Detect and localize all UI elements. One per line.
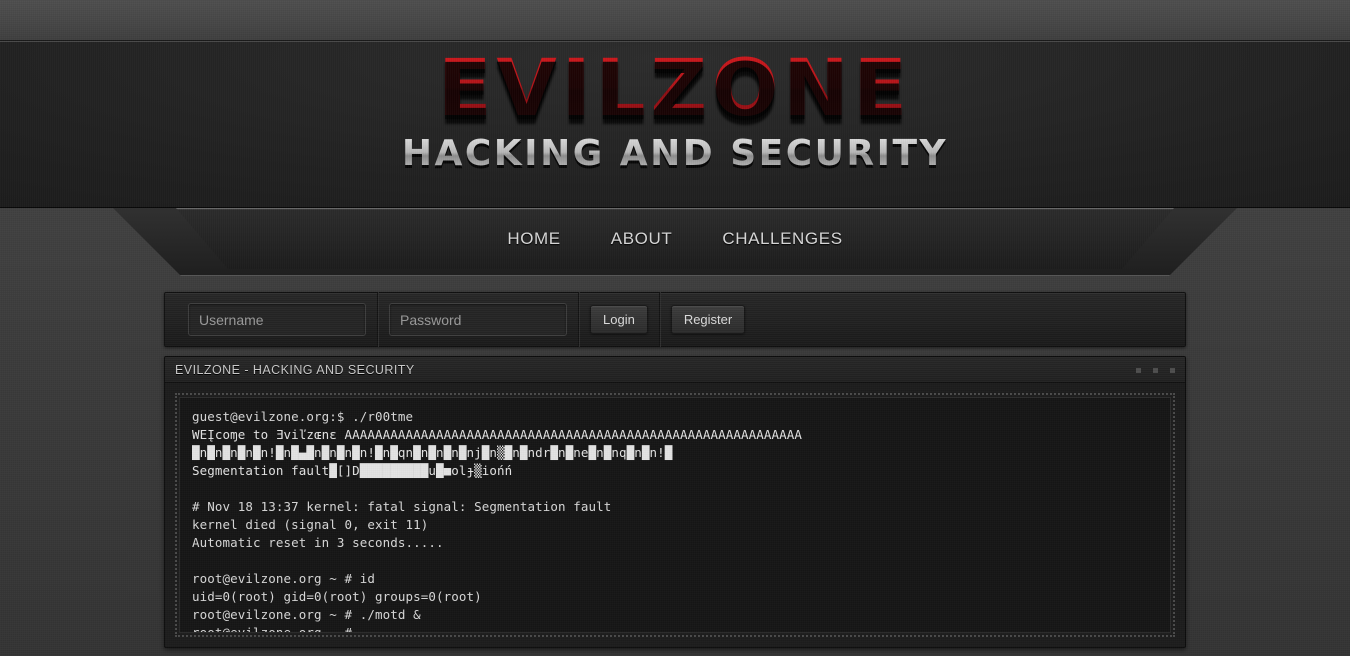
page-root: EVILZONE HACKING AND SECURITY HOME ABOUT…	[0, 0, 1350, 656]
terminal-line: root@evilzone.org ~ #	[192, 625, 353, 633]
terminal-titlebar: EVILZONE - HACKING AND SECURITY	[165, 357, 1185, 383]
terminal-line: Automatic reset in 3 seconds.....	[192, 535, 444, 550]
terminal-line: root@evilzone.org ~ # ./motd &	[192, 607, 421, 622]
site-header: EVILZONE HACKING AND SECURITY	[0, 42, 1350, 208]
password-cell	[378, 292, 579, 347]
window-controls	[1136, 357, 1175, 383]
login-bar: Login Register	[164, 292, 1186, 347]
nav-link-list: HOME ABOUT CHALLENGES	[0, 208, 1350, 269]
username-cell	[177, 292, 378, 347]
login-button-cell: Login	[579, 292, 660, 347]
nav-item-about[interactable]: ABOUT	[601, 225, 683, 253]
terminal-line: WEĮcoɱe to Ǝviľzɶnɛ AAAAAAAAAAAAAAAAAAAA…	[192, 427, 803, 442]
terminal-line: Segmentation fault█[]D█████████u█■olɟ▒io…	[192, 463, 513, 478]
top-band	[0, 0, 1350, 41]
nav-item-home[interactable]: HOME	[497, 225, 570, 253]
minimize-dot-icon[interactable]	[1136, 367, 1141, 373]
login-button[interactable]: Login	[590, 305, 648, 334]
terminal-line: █n█n█n█n█n!█n█▄█n█n█n█n!█n█qn█n█n█n█nj█n…	[192, 445, 673, 460]
terminal-line: # Nov 18 13:37 kernel: fatal signal: Seg…	[192, 499, 612, 514]
logo-tagline: HACKING AND SECURITY	[0, 136, 1350, 172]
terminal-body-frame: guest@evilzone.org:$ ./r00tme WEĮcoɱe to…	[175, 393, 1175, 637]
site-logo[interactable]: EVILZONE HACKING AND SECURITY	[0, 50, 1350, 172]
close-dot-icon[interactable]	[1170, 367, 1175, 373]
terminal-line: kernel died (signal 0, exit 11)	[192, 517, 429, 532]
register-button-cell: Register	[660, 292, 756, 347]
content-column: Login Register EVILZONE - HACKING AND SE…	[164, 292, 1186, 648]
username-input[interactable]	[188, 303, 366, 336]
terminal-screen[interactable]: guest@evilzone.org:$ ./r00tme WEĮcoɱe to…	[179, 397, 1171, 633]
terminal-line: root@evilzone.org ~ # id	[192, 571, 376, 586]
maximize-dot-icon[interactable]	[1153, 367, 1158, 373]
main-navigation: HOME ABOUT CHALLENGES	[0, 208, 1350, 276]
terminal-line: guest@evilzone.org:$ ./r00tme	[192, 409, 414, 424]
logo-title: EVILZONE	[0, 50, 1350, 128]
password-input[interactable]	[389, 303, 567, 336]
nav-item-challenges[interactable]: CHALLENGES	[712, 225, 852, 253]
terminal-title: EVILZONE - HACKING AND SECURITY	[175, 362, 415, 377]
terminal-window: EVILZONE - HACKING AND SECURITY guest@ev…	[164, 356, 1186, 648]
terminal-line: uid=0(root) gid=0(root) groups=0(root)	[192, 589, 482, 604]
register-button[interactable]: Register	[670, 305, 746, 334]
